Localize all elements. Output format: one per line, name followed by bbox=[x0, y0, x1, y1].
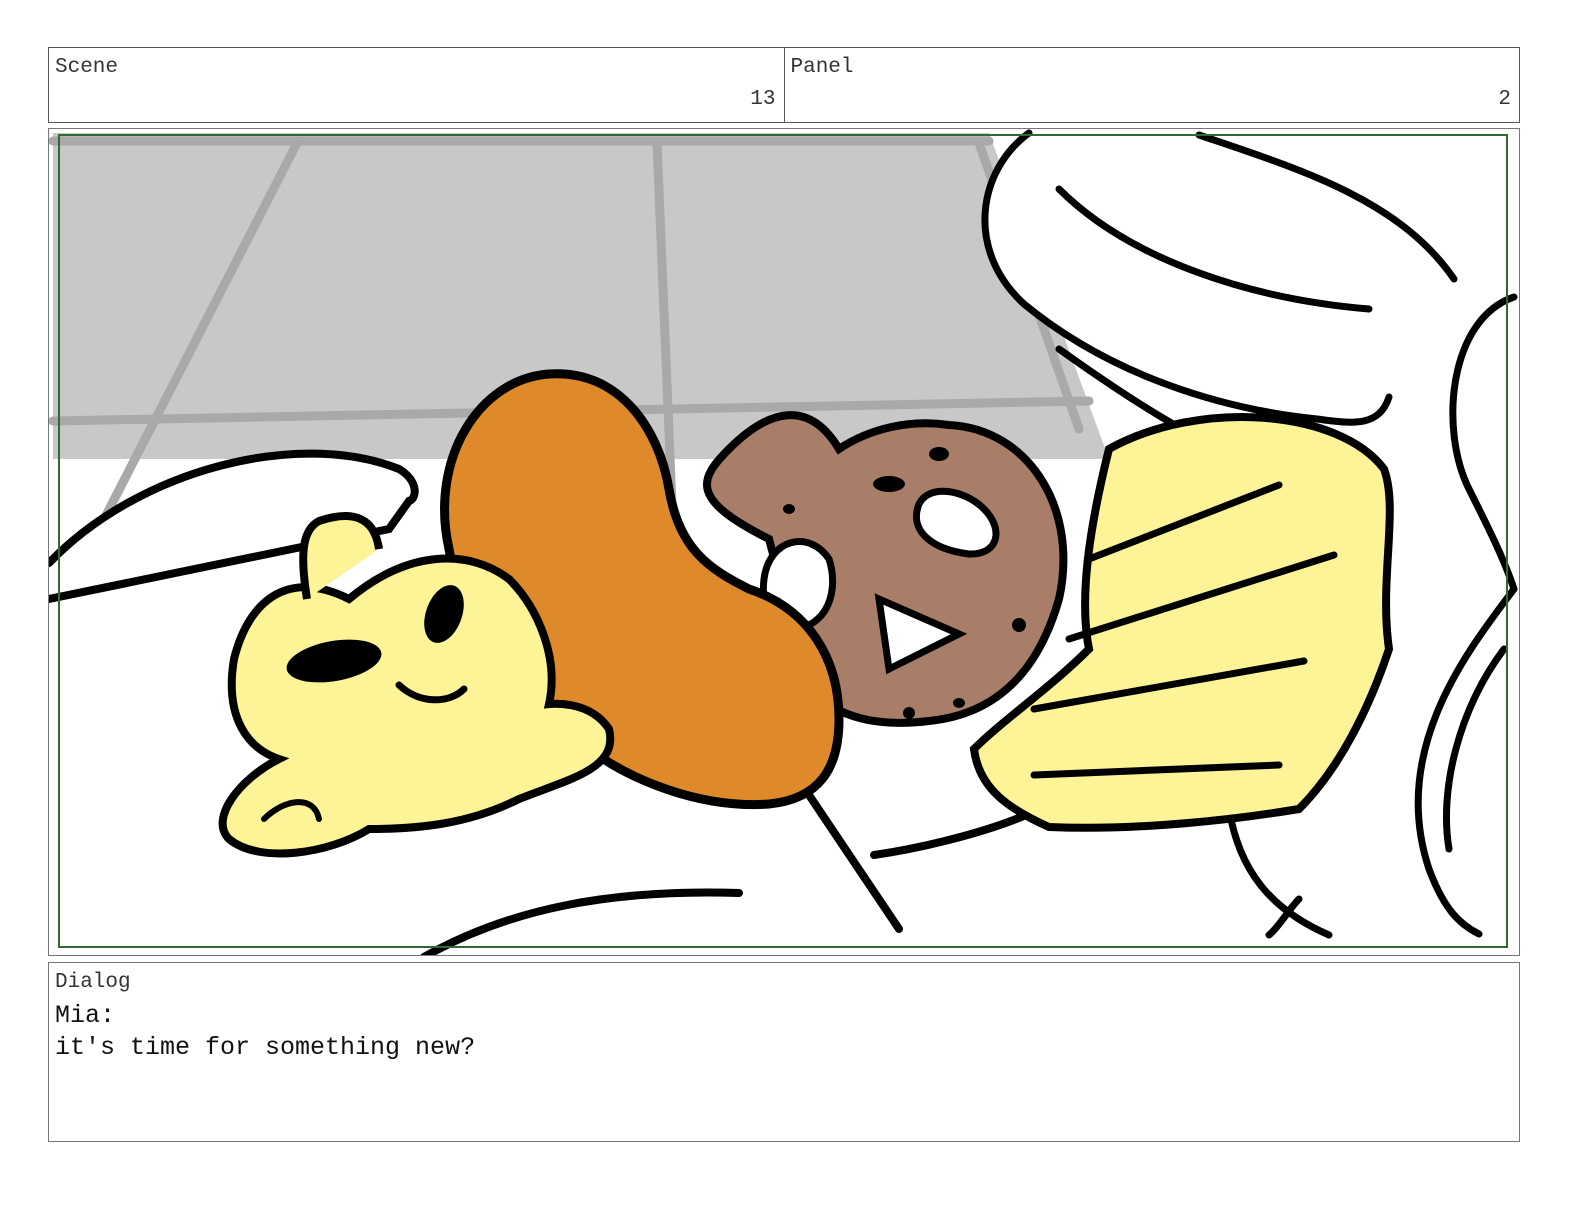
scene-label: Scene bbox=[55, 56, 119, 79]
panel-number: 2 bbox=[1498, 88, 1511, 111]
storyboard-panel bbox=[48, 128, 1520, 956]
scene-field: Scene 13 bbox=[49, 48, 784, 122]
panel-label: Panel bbox=[790, 56, 854, 79]
panel-field: Panel 2 bbox=[783, 48, 1520, 122]
dialog-line: it's time for something new? bbox=[55, 1033, 476, 1062]
storyboard-drawing bbox=[49, 129, 1518, 955]
panel-header: Scene 13 Panel 2 bbox=[48, 47, 1520, 123]
dialog-label: Dialog bbox=[55, 971, 131, 994]
scene-number: 13 bbox=[750, 88, 776, 111]
dialog-speaker: Mia: bbox=[55, 1001, 116, 1030]
dialog-box: Dialog Mia: it's time for something new? bbox=[48, 962, 1520, 1142]
